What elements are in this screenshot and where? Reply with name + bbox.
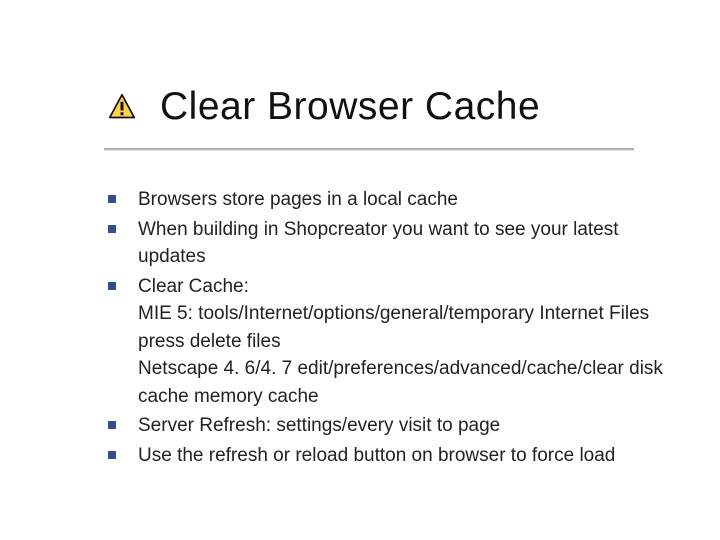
warning-icon	[108, 93, 136, 121]
list-item-text: Browsers store pages in a local cache	[138, 186, 458, 214]
list-item-text: Server Refresh: settings/every visit to …	[138, 412, 500, 440]
title-underline	[104, 148, 634, 151]
list-item: Server Refresh: settings/every visit to …	[108, 412, 670, 440]
list-item-text: When building in Shopcreator you want to…	[138, 216, 670, 271]
square-bullet-icon	[108, 421, 116, 429]
list-item: When building in Shopcreator you want to…	[108, 216, 670, 271]
list-item: Clear Cache:MIE 5: tools/Internet/option…	[108, 273, 670, 411]
list-item-text: Use the refresh or reload button on brow…	[138, 442, 615, 470]
title-row: Clear Browser Cache	[108, 85, 680, 129]
slide-body: Browsers store pages in a local cache Wh…	[108, 186, 670, 471]
list-item: Use the refresh or reload button on brow…	[108, 442, 670, 470]
slide: Clear Browser Cache Browsers store pages…	[0, 0, 720, 540]
square-bullet-icon	[108, 282, 116, 290]
square-bullet-icon	[108, 451, 116, 459]
square-bullet-icon	[108, 225, 116, 233]
list-item-text: Clear Cache:MIE 5: tools/Internet/option…	[138, 273, 670, 411]
slide-title: Clear Browser Cache	[160, 85, 540, 129]
square-bullet-icon	[108, 195, 116, 203]
list-item: Browsers store pages in a local cache	[108, 186, 670, 214]
